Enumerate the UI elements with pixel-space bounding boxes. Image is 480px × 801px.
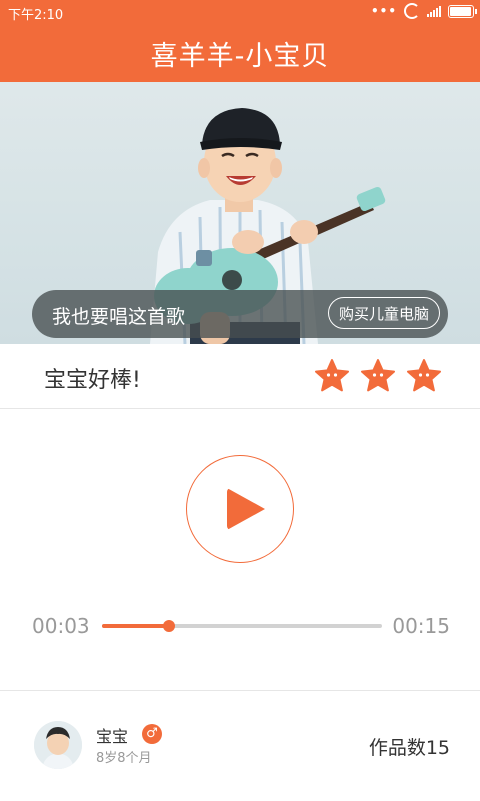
battery-icon: [448, 4, 477, 18]
star-rating: [314, 358, 442, 394]
title-bar: 喜羊羊-小宝贝: [0, 24, 480, 82]
star-face-icon: [361, 359, 395, 392]
page-title: 喜羊羊-小宝贝: [150, 40, 330, 72]
rating-text: 宝宝好棒!: [44, 368, 141, 393]
hero-banner: 我也要唱这首歌 购买儿童电脑: [0, 82, 480, 344]
sing-this-song-label: 我也要唱这首歌: [52, 306, 186, 328]
progress-knob[interactable]: [163, 620, 176, 632]
more-dots-icon: •••: [370, 4, 397, 18]
works-count[interactable]: 作品数15: [369, 733, 450, 760]
progress-slider[interactable]: [102, 620, 382, 632]
star-face-icon: [315, 359, 349, 392]
user-name: 宝宝: [96, 727, 129, 746]
male-icon: ♂: [142, 724, 162, 744]
play-button[interactable]: [186, 455, 294, 563]
play-icon: [227, 488, 265, 530]
user-footer: 宝宝 ♂ 8岁8个月 作品数15: [0, 690, 480, 801]
total-time: 00:15: [392, 614, 450, 638]
user-age: 8岁8个月: [96, 751, 152, 766]
avatar-image: [34, 721, 82, 769]
rating-row: 宝宝好棒!: [0, 344, 480, 409]
status-bar: 下午2:10 •••: [0, 0, 480, 24]
sing-this-song-bar[interactable]: 我也要唱这首歌 购买儿童电脑: [32, 290, 448, 338]
progress-fill: [102, 624, 170, 628]
star-face-icon: [407, 359, 441, 392]
status-time: 下午2:10: [8, 8, 64, 23]
avatar[interactable]: [34, 721, 82, 769]
sync-icon: [404, 3, 420, 19]
buy-kids-computer-button[interactable]: 购买儿童电脑: [327, 297, 440, 329]
signal-icon: [427, 5, 441, 17]
current-time: 00:03: [32, 614, 90, 638]
status-icons: •••: [370, 3, 477, 19]
